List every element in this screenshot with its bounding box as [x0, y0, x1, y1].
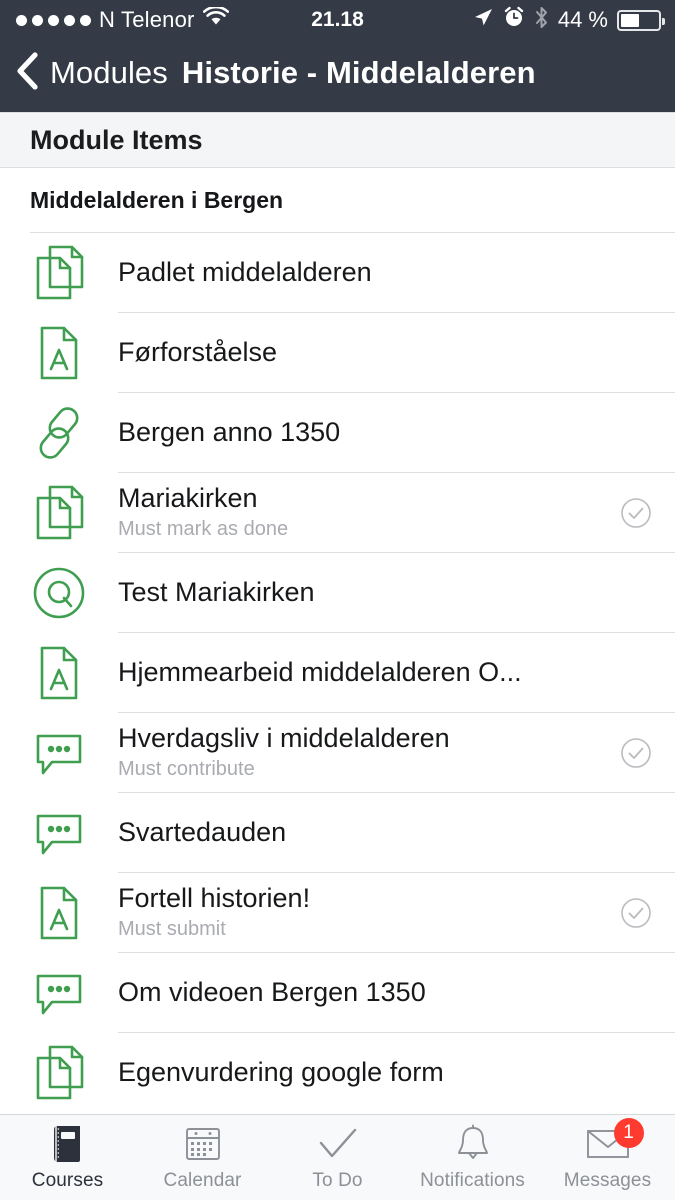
alarm-clock-icon — [503, 6, 525, 34]
module-item-row[interactable]: Egenvurdering google form — [0, 1033, 675, 1112]
module-item-text: Padlet middelalderen — [118, 257, 653, 288]
module-item-title: Hjemmearbeid middelalderen O... — [118, 656, 522, 687]
module-item-title: Egenvurdering google form — [118, 1056, 444, 1087]
tab-label: Messages — [563, 1169, 652, 1191]
module-item-title: Fortell historien! — [118, 882, 311, 913]
module-item-requirement-label: Must contribute — [118, 758, 255, 781]
module-item-title: Om videoen Bergen 1350 — [118, 976, 426, 1007]
assignment-icon — [30, 643, 118, 703]
page-icon — [30, 483, 118, 543]
module-items-list: Padlet middelalderen Førforståelse Bergen … — [0, 232, 675, 1114]
carrier-label: N Telenor — [99, 7, 195, 32]
tab-courses[interactable]: Courses — [0, 1115, 135, 1200]
module-item-text: Hjemmearbeid middelalderen O... — [118, 657, 653, 688]
back-label: Modules — [50, 55, 168, 90]
page-icon — [30, 1043, 118, 1103]
tab-bar: Courses Calendar To Do Notifications 1 Messag… — [0, 1114, 675, 1200]
module-title: Middelalderen i Bergen — [0, 168, 675, 232]
wifi-icon — [202, 5, 229, 33]
module-item-row[interactable]: Førforståelse — [0, 313, 675, 392]
back-button[interactable]: Modules — [14, 51, 168, 96]
page-icon — [30, 243, 118, 303]
module-item-row[interactable]: Padlet middelalderen — [0, 233, 675, 312]
app-root: N Telenor 21.18 44 % Modules Historie - … — [0, 0, 675, 1200]
module-item-title: Mariakirken — [118, 482, 258, 513]
tab-to-do[interactable]: To Do — [270, 1115, 405, 1200]
quiz-icon — [30, 563, 118, 623]
module-item-text: Egenvurdering google form — [118, 1057, 653, 1088]
tab-label: Calendar — [163, 1169, 242, 1191]
tab-calendar[interactable]: Calendar — [135, 1115, 270, 1200]
module-item-row[interactable]: Fortell historien! Must submit — [0, 873, 675, 952]
module-item-title: Bergen anno 1350 — [118, 416, 341, 447]
module-item-text: Svartedauden — [118, 817, 653, 848]
tab-label: To Do — [312, 1169, 363, 1191]
check-circle-icon — [607, 496, 653, 530]
location-arrow-icon — [472, 6, 494, 34]
module-item-title: Test Mariakirken — [118, 576, 315, 607]
module-item-row[interactable]: Svartedauden — [0, 793, 675, 872]
module-item-text: Mariakirken Must mark as done — [118, 483, 607, 542]
tab-label: Notifications — [420, 1169, 525, 1191]
check-circle-icon — [607, 736, 653, 770]
module-item-text: Hverdagsliv i middelalderen Must contribu… — [118, 723, 607, 782]
signal-strength-icon — [16, 14, 91, 26]
bell-icon — [454, 1124, 492, 1164]
module-item-row[interactable]: Hverdagsliv i middelalderen Must contribu… — [0, 713, 675, 792]
tab-notifications[interactable]: Notifications — [405, 1115, 540, 1200]
status-bar-right: 44 % — [472, 6, 665, 35]
envelope-icon: 1 — [586, 1117, 644, 1164]
discussion-icon — [30, 803, 118, 863]
assignment-icon — [30, 323, 118, 383]
module-item-text: Om videoen Bergen 1350 — [118, 977, 653, 1008]
tab-messages[interactable]: 1 Messages — [540, 1115, 675, 1200]
check-circle-icon — [607, 896, 653, 930]
book-icon — [50, 1124, 86, 1164]
module-item-title: Førforståelse — [118, 336, 278, 367]
module-item-text: Fortell historien! Must submit — [118, 883, 607, 942]
module-item-row[interactable]: Bergen anno 1350 — [0, 393, 675, 472]
chevron-left-icon — [14, 51, 40, 96]
link-icon — [30, 403, 118, 463]
module-item-row[interactable]: Hjemmearbeid middelalderen O... — [0, 633, 675, 712]
checkmark-icon — [317, 1124, 359, 1164]
status-bar-left: N Telenor — [16, 5, 229, 33]
section-header: Module Items — [0, 112, 675, 168]
battery-icon — [617, 9, 665, 31]
module-item-title: Hverdagsliv i middelalderen — [118, 722, 450, 753]
module-item-requirement-label: Must mark as done — [118, 518, 289, 541]
module-item-row[interactable]: Om videoen Bergen 1350 — [0, 953, 675, 1032]
assignment-icon — [30, 883, 118, 943]
bluetooth-icon — [534, 6, 549, 35]
navigation-bar: Modules Historie - Middelalderen — [0, 40, 675, 112]
page-title: Historie - Middelalderen — [181, 55, 536, 90]
module-item-text: Test Mariakirken — [118, 577, 653, 608]
module-item-title: Svartedauden — [118, 816, 287, 847]
discussion-icon — [30, 723, 118, 783]
discussion-icon — [30, 963, 118, 1023]
module-item-requirement-label: Must submit — [118, 918, 226, 941]
battery-percent-label: 44 % — [557, 7, 608, 32]
module-item-row[interactable]: Test Mariakirken — [0, 553, 675, 632]
module-item-text: Bergen anno 1350 — [118, 417, 653, 448]
module-item-text: Førforståelse — [118, 337, 653, 368]
calendar-icon — [184, 1124, 222, 1164]
module-item-row[interactable]: Mariakirken Must mark as done — [0, 473, 675, 552]
status-bar: N Telenor 21.18 44 % — [0, 0, 675, 40]
unread-badge: 1 — [613, 1117, 644, 1148]
module-item-title: Padlet middelalderen — [118, 256, 372, 287]
tab-label: Courses — [31, 1169, 104, 1191]
